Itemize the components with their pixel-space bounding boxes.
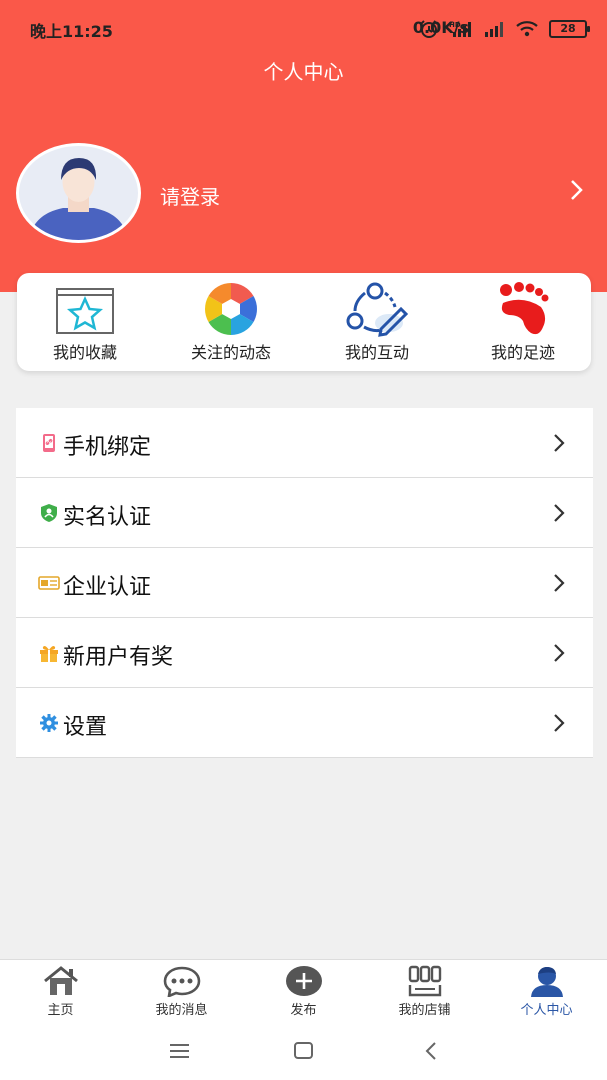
quick-favorites[interactable]: 我的收藏	[20, 281, 150, 367]
menu-settings[interactable]: 设置	[16, 688, 593, 758]
tab-home[interactable]: 主页	[0, 960, 121, 1022]
quick-interactions[interactable]: 我的互动	[312, 281, 442, 367]
tab-label: 主页	[47, 1003, 74, 1018]
tab-label: 我的店铺	[398, 1003, 451, 1018]
battery-icon: 28	[549, 20, 590, 38]
default-avatar-icon	[29, 158, 128, 240]
tab-publish[interactable]: 发布	[243, 960, 364, 1022]
shop-icon	[408, 965, 441, 997]
quick-label: 我的足迹	[490, 343, 555, 362]
quick-label: 关注的动态	[190, 343, 271, 362]
profile-header: 晚上11:25 0.0K/s HD 28 个人中心 请登录	[0, 0, 607, 292]
quick-label: 我的互动	[344, 343, 409, 362]
tab-label: 个人中心	[520, 1003, 573, 1018]
person-icon	[530, 967, 563, 997]
home-square-icon[interactable]	[289, 1039, 319, 1063]
menu-label: 实名认证	[63, 505, 152, 530]
menu-icon[interactable]	[165, 1039, 195, 1063]
menu-label: 新用户有奖	[63, 645, 174, 670]
settings-menu: 手机绑定 实名认证 企业认证 新用户有奖 设置	[16, 408, 593, 758]
tab-profile[interactable]: 个人中心	[486, 960, 607, 1022]
menu-real-name[interactable]: 实名认证	[16, 478, 593, 548]
menu-phone-binding[interactable]: 手机绑定	[16, 408, 593, 478]
svg-text:HD: HD	[449, 21, 461, 29]
bottom-tab-bar: 主页 我的消息 发布 我的店铺 个人中心	[0, 959, 607, 1022]
tab-label: 发布	[290, 1003, 317, 1018]
chevron-right-icon	[571, 180, 583, 200]
status-bar: 晚上11:25 0.0K/s HD 28	[0, 0, 607, 58]
tab-messages[interactable]: 我的消息	[121, 960, 242, 1022]
quick-following[interactable]: 关注的动态	[166, 281, 296, 367]
chat-icon	[163, 966, 200, 997]
menu-label: 设置	[63, 715, 108, 740]
gear-icon	[40, 714, 58, 732]
gift-icon	[40, 646, 58, 662]
avatar[interactable]	[16, 143, 141, 243]
chevron-right-icon	[554, 644, 565, 662]
enterprise-card-icon	[38, 576, 60, 590]
back-icon[interactable]	[416, 1039, 446, 1063]
page-title: 个人中心	[263, 60, 344, 84]
signal-icon	[485, 22, 503, 37]
menu-label: 企业认证	[63, 575, 152, 600]
menu-new-user-reward[interactable]: 新用户有奖	[16, 618, 593, 688]
menu-label: 手机绑定	[63, 435, 152, 460]
status-time: 晚上11:25	[30, 22, 113, 41]
system-nav-bar	[0, 1021, 607, 1080]
star-icon	[56, 288, 114, 334]
home-icon	[43, 966, 78, 995]
login-prompt[interactable]: 请登录	[160, 181, 220, 210]
chevron-right-icon	[554, 574, 565, 592]
interaction-icon	[346, 282, 409, 337]
tab-label: 我的消息	[155, 1003, 208, 1018]
menu-enterprise[interactable]: 企业认证	[16, 548, 593, 618]
login-row[interactable]: 请登录	[16, 143, 592, 246]
footprint-icon	[500, 282, 549, 335]
status-icons: HD 28	[419, 18, 590, 40]
alarm-icon	[420, 20, 438, 38]
shield-user-icon	[41, 504, 57, 522]
chevron-right-icon	[554, 434, 565, 452]
plus-circle-icon	[285, 966, 322, 996]
signal-hd-icon: HD	[449, 21, 471, 37]
tab-my-shop[interactable]: 我的店铺	[364, 960, 485, 1022]
chevron-right-icon	[554, 504, 565, 522]
wifi-icon	[516, 21, 538, 37]
phone-link-icon	[43, 434, 55, 452]
aperture-icon	[205, 283, 257, 335]
quick-label: 我的收藏	[52, 343, 117, 362]
quick-actions-card: 我的收藏 关注的动态 我的互动 我的足迹	[17, 273, 591, 371]
chevron-right-icon	[554, 714, 565, 732]
quick-footprints[interactable]: 我的足迹	[458, 281, 588, 367]
